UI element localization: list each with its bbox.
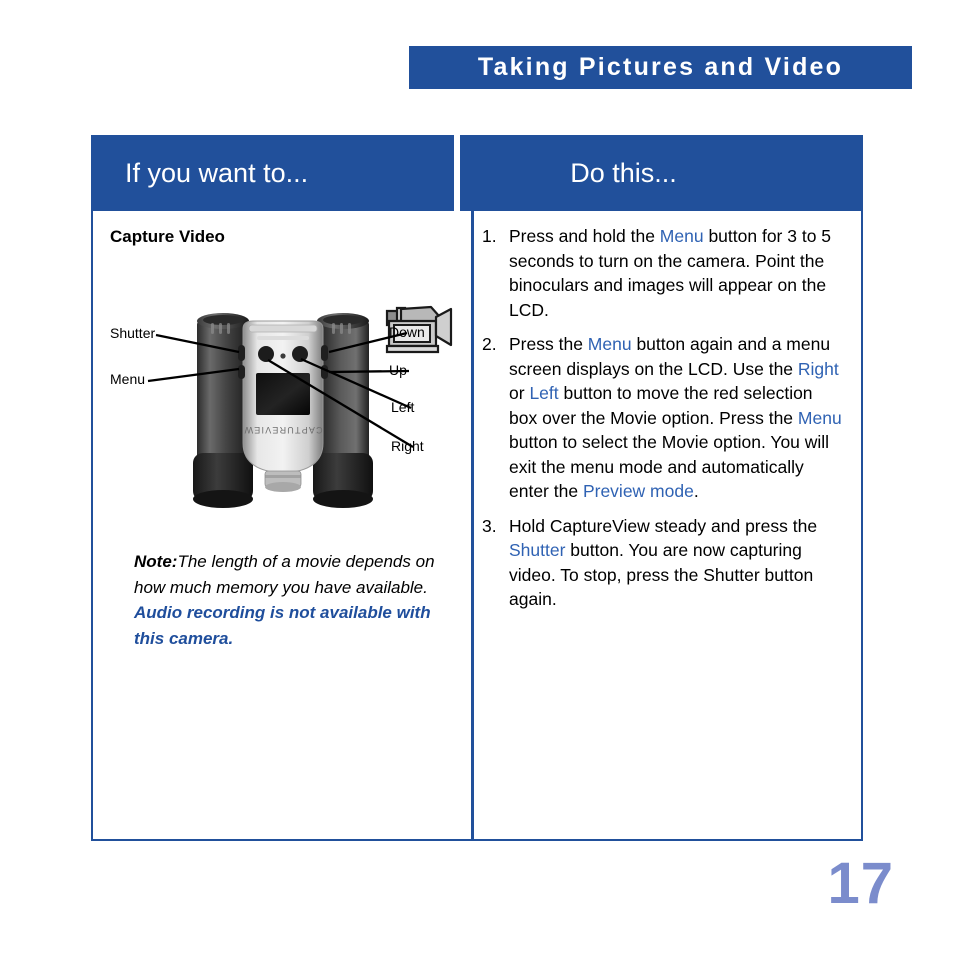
binoculars-figure: CAPTUREVIEW Shutter Menu Down Up Left Ri…: [93, 303, 472, 518]
figure-label-down: Down: [389, 324, 425, 340]
table-header-cell-do-this: Do this...: [460, 135, 863, 211]
table-header-row: If you want to... Do this...: [91, 135, 863, 211]
step-keyword: Preview mode: [582, 481, 694, 501]
page-header-banner: Taking Pictures and Video: [409, 46, 912, 89]
step-text: Press and hold the Menu button for 3 to …: [509, 224, 845, 322]
page-number: 17: [827, 851, 894, 916]
down-button-physical: [321, 345, 328, 361]
step-text-run: Press the: [509, 334, 588, 354]
table-cell-task: Capture Video CAPTUREVIEW Shutter Menu D…: [93, 211, 474, 839]
step-text-run: Hold CaptureView steady and press the: [509, 515, 818, 536]
binocular-center-body: CAPTUREVIEW: [242, 320, 324, 492]
table-header-cell-if-you-want-to: If you want to...: [91, 135, 454, 211]
figure-label-shutter: Shutter: [110, 325, 156, 341]
shutter-button-physical: [238, 345, 245, 361]
step-text-run: .: [693, 481, 699, 501]
task-title: Capture Video: [110, 227, 225, 246]
step-keyword: Right: [797, 358, 839, 379]
table-body-row: Capture Video CAPTUREVIEW Shutter Menu D…: [91, 211, 863, 841]
column-header-label-right: Do this...: [570, 157, 677, 188]
step-text-run: or: [509, 383, 530, 403]
step-number: 3.: [482, 515, 497, 536]
column-header-label-left: If you want to...: [125, 157, 309, 188]
up-button-physical: [321, 365, 328, 379]
instruction-step: 3. Hold CaptureView steady and press the …: [482, 514, 845, 612]
note-block: Note:The length of a movie depends on ho…: [134, 549, 444, 651]
indicator-led: [280, 353, 286, 359]
figure-label-right: Right: [391, 438, 424, 454]
step-number: 2.: [482, 334, 497, 354]
instructions-table: If you want to... Do this... Capture Vid…: [91, 135, 863, 841]
step-keyword: Menu: [587, 334, 632, 354]
step-keyword: Menu: [659, 226, 704, 246]
step-text: Hold CaptureView steady and press the Sh…: [509, 514, 845, 612]
step-keyword: Shutter: [509, 540, 566, 560]
figure-label-left: Left: [391, 399, 415, 415]
button-left-physical: [258, 346, 274, 362]
instruction-step: 1. Press and hold the Menu button for 3 t…: [482, 224, 845, 322]
device-name-text: CAPTUREVIEW: [243, 425, 322, 435]
step-number: 1.: [482, 226, 497, 246]
instruction-steps-list: 1. Press and hold the Menu button for 3 t…: [482, 224, 845, 612]
figure-label-up: Up: [389, 362, 407, 378]
page-header-title: Taking Pictures and Video: [477, 53, 844, 81]
step-keyword: Menu: [797, 407, 842, 428]
step-keyword: Left: [529, 383, 559, 403]
step-text: Press the Menu button again and a menu s…: [509, 332, 845, 504]
note-keyword: Note:: [134, 552, 178, 571]
note-body: The length of a movie depends on how muc…: [134, 552, 435, 597]
note-highlight: Audio recording is not available with th…: [134, 603, 431, 648]
button-right-physical: [292, 346, 308, 362]
step-text-run: Press and hold the: [509, 226, 660, 246]
menu-button-physical: [238, 365, 245, 379]
instruction-step: 2. Press the Menu button again and a menu…: [482, 332, 845, 504]
figure-label-menu: Menu: [110, 371, 146, 387]
table-cell-instructions: 1. Press and hold the Menu button for 3 t…: [474, 211, 861, 839]
